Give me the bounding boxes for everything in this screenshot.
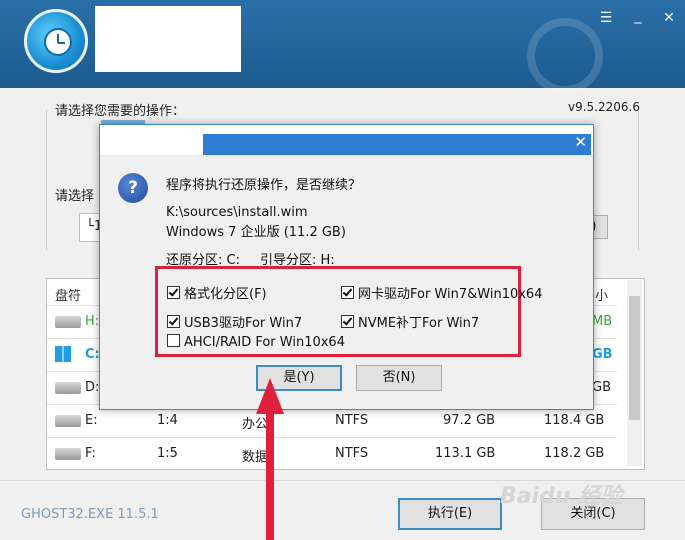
no-button[interactable]: 否(N) [356,365,442,391]
column-header-drive[interactable]: 盘符 [55,285,81,304]
checkbox[interactable] [167,286,180,299]
option-nic-driver[interactable]: 网卡驱动For Win7&Win10x64 [341,283,542,302]
image-path: K:\sources\install.wim [166,205,308,220]
app-logo-icon [24,9,88,73]
execute-button[interactable]: 执行(E) [398,498,502,530]
dialog-close-icon[interactable]: ✕ [574,133,587,151]
question-icon: ? [118,173,148,203]
watermark: Baidu 经验 [500,484,623,509]
select-label: 请选择 [55,189,95,204]
image-edition: Windows 7 企业版 (11.2 GB) [166,225,346,240]
table-row[interactable]: F: 1:5 数据 NTFS 113.1 GB 118.2 GB [47,437,617,471]
checkbox[interactable] [167,334,180,347]
column-header-size[interactable]: 小 [595,285,608,304]
close-icon[interactable]: ✕ [659,10,679,26]
dialog-question: 程序将执行还原操作，是否继续？ [166,178,362,193]
operation-label: 请选择您需要的操作： [55,104,186,119]
checkbox[interactable] [341,315,354,328]
minimize-icon[interactable]: _ [628,8,648,24]
option-nvme-patch[interactable]: NVME补丁For Win7 [341,312,479,331]
menu-icon[interactable]: ☰ [596,10,616,26]
disk-icon [55,316,81,328]
divider [46,110,47,250]
version-label: v9.5.2206.6 [568,100,640,114]
table-scrollbar[interactable] [627,280,642,466]
option-format[interactable]: 格式化分区(F) [167,283,267,302]
checkbox[interactable] [341,286,354,299]
ghost-version: GHOST32.EXE 11.5.1 [21,507,159,522]
disk-icon [55,382,81,394]
title-placeholder [95,6,241,72]
disk-icon [55,415,81,427]
dialog-titlebar: ✕ [100,125,593,156]
annotation-arrow-head [256,378,284,414]
option-usb3-driver[interactable]: USB3驱动For Win7 [167,312,302,331]
option-ahci-raid[interactable]: AHCI/RAID For Win10x64 [167,334,345,350]
confirm-dialog: ✕ ? 程序将执行还原操作，是否继续？ K:\sources\install.w… [99,124,594,410]
checkbox[interactable] [167,315,180,328]
windows-icon [55,346,71,362]
options-highlight: 格式化分区(F) 网卡驱动For Win7&Win10x64 USB3驱动For… [155,266,542,357]
annotation-arrow [266,410,274,540]
background-clock-icon [527,18,603,94]
scrollbar-thumb[interactable] [629,296,640,420]
divider [638,110,639,250]
disk-icon [55,448,81,460]
